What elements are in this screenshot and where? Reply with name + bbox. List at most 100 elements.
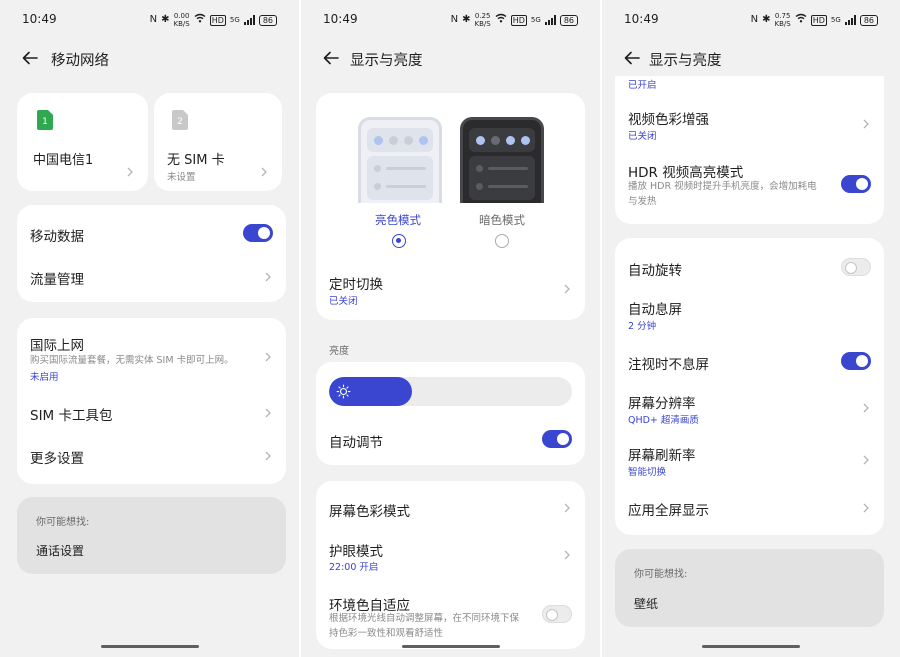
brightness-slider[interactable] bbox=[329, 377, 572, 406]
chevron-right-icon bbox=[862, 502, 870, 514]
sim1-name: 中国电信1 bbox=[33, 153, 94, 168]
eye-care-label: 护眼模式 bbox=[329, 544, 383, 560]
signal-icon bbox=[844, 15, 856, 25]
back-arrow-icon[interactable] bbox=[20, 48, 40, 68]
roaming-row[interactable]: 国际上网 购买国际流量套餐，无需实体 SIM 卡即可上网。 未启用 bbox=[17, 318, 286, 390]
preview-line-dot bbox=[476, 182, 483, 190]
network-speed-unit: KB/S bbox=[474, 20, 491, 28]
video-color-status: 已关闭 bbox=[628, 131, 657, 142]
back-arrow-icon[interactable] bbox=[622, 48, 642, 68]
preview-dot bbox=[404, 135, 413, 145]
home-indicator[interactable] bbox=[401, 645, 500, 648]
eye-care-status: 22:00 开启 bbox=[329, 562, 379, 573]
preview-line-dot bbox=[374, 182, 381, 190]
auto-rotate-row[interactable]: 自动旋转 bbox=[615, 238, 884, 290]
traffic-row[interactable]: 流量管理 bbox=[17, 257, 286, 302]
chevron-right-icon bbox=[563, 549, 571, 561]
network-speed-unit: KB/S bbox=[774, 20, 791, 28]
page-title: 显示与亮度 bbox=[649, 53, 722, 69]
sim1-icon: 1 bbox=[37, 110, 53, 130]
sim2-name: 无 SIM 卡 bbox=[167, 153, 225, 168]
attention-row[interactable]: 注视时不息屏 bbox=[615, 346, 884, 392]
home-indicator[interactable] bbox=[702, 645, 800, 648]
title-bar: 移动网络 bbox=[0, 40, 299, 76]
net-type: 5G bbox=[830, 16, 841, 24]
preview-line-bar bbox=[488, 184, 528, 188]
dark-mode-label: 暗色模式 bbox=[479, 213, 525, 227]
resolution-row[interactable]: 屏幕分辨率 QHD+ 超清画质 bbox=[615, 392, 884, 446]
roaming-status: 未启用 bbox=[30, 372, 59, 383]
preview-list bbox=[367, 156, 433, 200]
color-mode-row[interactable]: 屏幕色彩模式 bbox=[316, 481, 585, 528]
network-speed: 0.75 KB/S bbox=[775, 12, 791, 28]
roaming-label: 国际上网 bbox=[30, 338, 84, 354]
ambient-toggle[interactable] bbox=[542, 605, 572, 623]
light-mode-preview[interactable] bbox=[358, 117, 442, 203]
network-speed-value: 0.25 bbox=[474, 12, 491, 20]
svg-text:2: 2 bbox=[177, 117, 183, 127]
sim1-card[interactable]: 1 中国电信1 bbox=[17, 93, 148, 191]
traffic-label: 流量管理 bbox=[30, 272, 84, 288]
hdr-desc-line1: 播放 HDR 视频时提升手机亮度，会增加耗电 bbox=[628, 181, 817, 192]
preview-dot bbox=[521, 135, 530, 145]
preview-dot bbox=[476, 135, 485, 145]
preview-line bbox=[476, 164, 528, 172]
sim-toolkit-row[interactable]: SIM 卡工具包 bbox=[17, 390, 286, 435]
auto-adjust-toggle[interactable] bbox=[542, 430, 572, 448]
resolution-status: QHD+ 超清画质 bbox=[628, 415, 699, 426]
preview-line-bar bbox=[386, 184, 426, 188]
hdr-row[interactable]: HDR 视频高亮模式 播放 HDR 视频时提升手机亮度，会增加耗电 与发热 bbox=[615, 152, 884, 224]
auto-rotate-toggle[interactable] bbox=[841, 258, 871, 276]
network-speed: 0.25 KB/S bbox=[475, 12, 491, 28]
schedule-row[interactable]: 定时切换 已关闭 bbox=[316, 261, 585, 320]
bluetooth-icon: ✱ bbox=[161, 14, 170, 25]
wifi-icon bbox=[795, 13, 807, 27]
sim2-card[interactable]: 2 无 SIM 卡 未设置 bbox=[154, 93, 282, 191]
color-mode-label: 屏幕色彩模式 bbox=[329, 504, 410, 520]
color-card: 屏幕色彩模式 护眼模式 22:00 开启 环境色自适应 根据环境光线自动调整屏幕… bbox=[316, 481, 585, 649]
signal-icon bbox=[243, 15, 255, 25]
ambient-row[interactable]: 环境色自适应 根据环境光线自动调整屏幕，在不同环境下保 持色彩一致性和观看舒适性 bbox=[316, 584, 585, 649]
network-speed: 0.00 KB/S bbox=[174, 12, 190, 28]
mobile-data-label: 移动数据 bbox=[30, 229, 84, 245]
dark-mode-radio[interactable] bbox=[495, 234, 509, 248]
home-indicator[interactable] bbox=[100, 645, 199, 648]
refresh-label: 屏幕刷新率 bbox=[628, 448, 696, 464]
mobile-data-row[interactable]: 移动数据 bbox=[17, 205, 286, 257]
more-settings-row[interactable]: 更多设置 bbox=[17, 435, 286, 480]
video-color-row[interactable]: 视频色彩增强 已关闭 bbox=[615, 98, 884, 152]
status-bar: 10:49 N ✱ 0.25 KB/S HD 5G 86 bbox=[301, 0, 600, 38]
preview-header bbox=[367, 128, 433, 152]
status-bar: 10:49 N ✱ 0.75 KB/S HD 5G 86 bbox=[602, 0, 900, 38]
refresh-row[interactable]: 屏幕刷新率 智能切换 bbox=[615, 444, 884, 494]
hdr-toggle[interactable] bbox=[841, 175, 871, 193]
light-mode-label: 亮色模式 bbox=[375, 213, 421, 227]
auto-adjust-row[interactable]: 自动调节 bbox=[316, 418, 585, 465]
suggestion-call-settings[interactable]: 通话设置 bbox=[36, 542, 84, 559]
mobile-network-screen: 10:49 N ✱ 0.00 KB/S HD 5G 86 移动网络 1 中国电信1… bbox=[0, 0, 299, 657]
preview-header bbox=[469, 128, 535, 152]
preview-dot bbox=[491, 135, 500, 145]
chevron-right-icon bbox=[264, 407, 272, 419]
wifi-icon bbox=[495, 13, 507, 27]
suggestion-wallpaper[interactable]: 壁纸 bbox=[634, 595, 658, 612]
ambient-desc-line1: 根据环境光线自动调整屏幕，在不同环境下保 bbox=[329, 613, 520, 624]
chevron-right-icon bbox=[563, 502, 571, 514]
light-mode-radio[interactable] bbox=[392, 234, 406, 248]
dark-mode-preview[interactable] bbox=[460, 117, 544, 203]
suggestion-card: 你可能想找: 通话设置 bbox=[17, 497, 286, 574]
back-arrow-icon[interactable] bbox=[321, 48, 341, 68]
screen-timeout-row[interactable]: 自动息屏 2 分钟 bbox=[615, 290, 884, 346]
video-color-label: 视频色彩增强 bbox=[628, 112, 709, 128]
network-speed-value: 0.00 bbox=[173, 12, 190, 20]
video-card: 已开启 视频色彩增强 已关闭 HDR 视频高亮模式 播放 HDR 视频时提升手机… bbox=[615, 60, 884, 224]
chevron-right-icon bbox=[264, 271, 272, 283]
eye-care-row[interactable]: 护眼模式 22:00 开启 bbox=[316, 528, 585, 584]
network-speed-value: 0.75 bbox=[774, 12, 791, 20]
fullscreen-row[interactable]: 应用全屏显示 bbox=[615, 494, 884, 535]
title-bar: 显示与亮度 bbox=[301, 40, 600, 76]
attention-toggle[interactable] bbox=[841, 352, 871, 370]
hdr-label: HDR 视频高亮模式 bbox=[628, 165, 744, 181]
mobile-data-toggle[interactable] bbox=[243, 224, 273, 242]
preview-dot bbox=[419, 135, 428, 145]
